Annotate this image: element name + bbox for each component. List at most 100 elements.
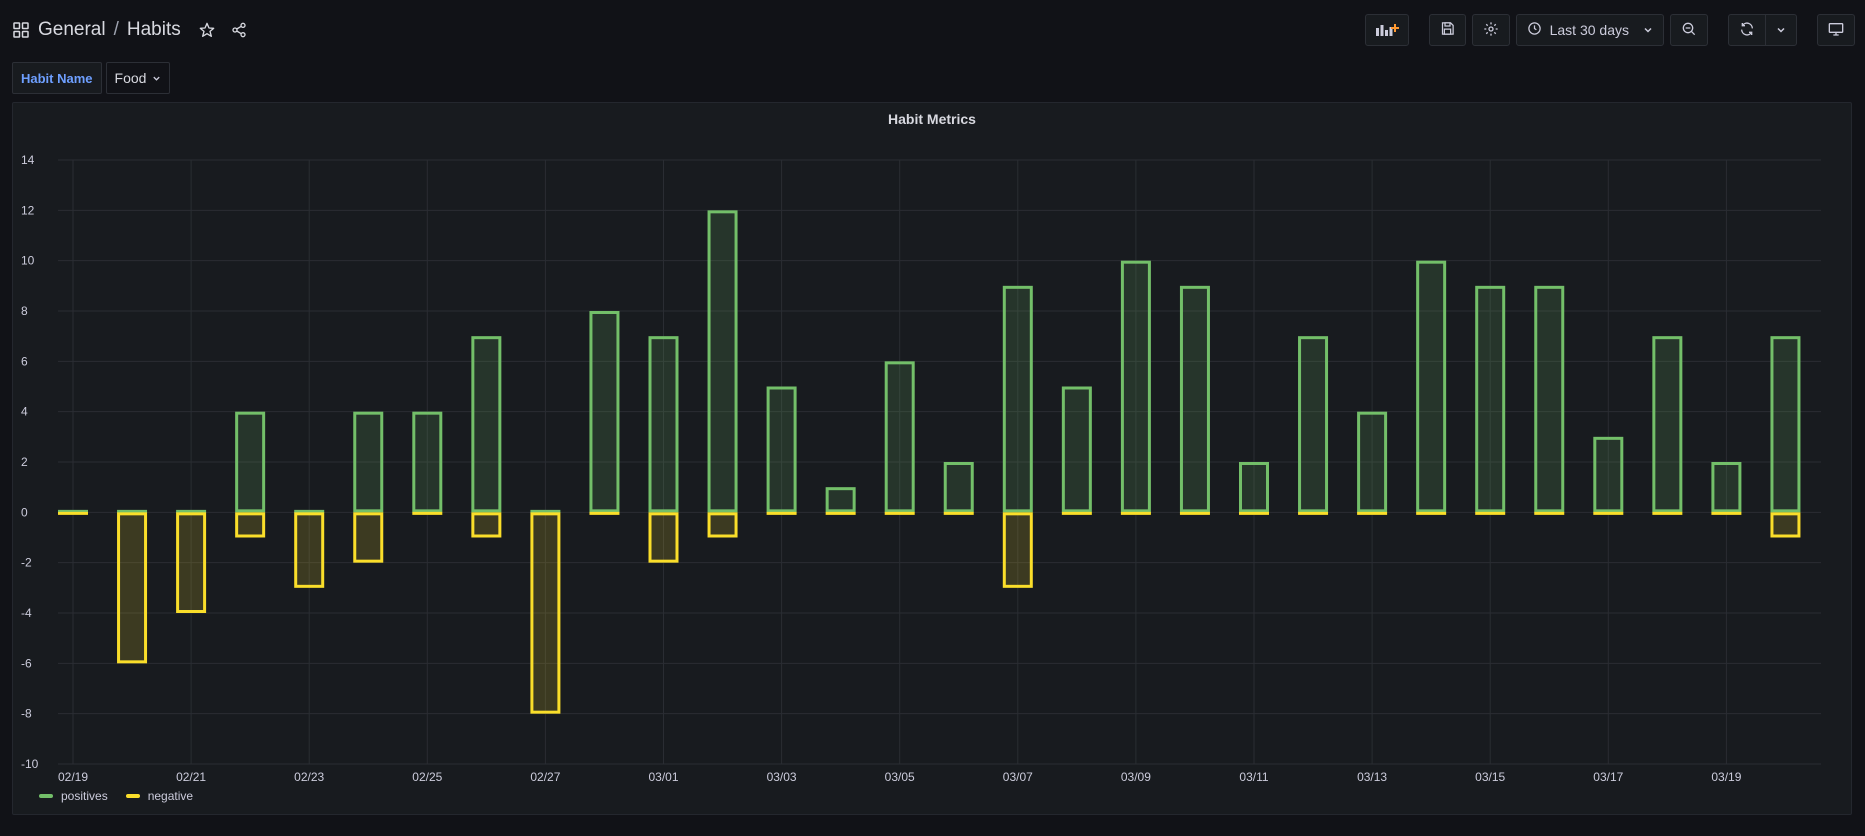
template-variables: Habit Name Food — [12, 62, 171, 94]
y-tick-label: 6 — [21, 354, 28, 368]
bar-positives — [1357, 411, 1388, 513]
x-tick-label: 03/17 — [1593, 770, 1623, 784]
x-tick-label: 02/23 — [294, 770, 324, 784]
x-tick-label: 02/19 — [58, 770, 88, 784]
legend-swatch-positives — [39, 794, 53, 798]
x-tick-label: 03/03 — [767, 770, 797, 784]
y-tick-label: 8 — [21, 304, 28, 318]
gear-icon — [1483, 21, 1499, 40]
breadcrumb-separator: / — [113, 19, 119, 40]
refresh-icon — [1739, 21, 1755, 40]
legend-item-positives[interactable]: positives — [39, 789, 108, 803]
apps-grid-icon[interactable] — [12, 21, 30, 39]
zoom-out-button[interactable] — [1670, 14, 1708, 46]
time-range-picker[interactable]: Last 30 days — [1515, 14, 1664, 46]
add-panel-button[interactable] — [1364, 14, 1409, 46]
x-tick-label: 02/25 — [412, 770, 442, 784]
add-panel-icon — [1375, 21, 1399, 40]
bar-negative — [1002, 512, 1033, 588]
bar-positives — [1534, 285, 1565, 513]
y-tick-label: -8 — [21, 707, 32, 721]
save-dashboard-button[interactable] — [1428, 14, 1466, 46]
tv-mode-icon — [1828, 21, 1844, 40]
bar-positives — [1239, 462, 1269, 513]
x-tick-label: 03/09 — [1121, 770, 1151, 784]
y-tick-label: -10 — [21, 757, 39, 771]
bar-positives — [353, 411, 384, 513]
bar-positives — [648, 336, 679, 513]
bar-positives — [1298, 336, 1329, 513]
bar-negative — [117, 512, 148, 664]
bar-negative — [707, 512, 738, 538]
y-tick-label: 4 — [21, 405, 28, 419]
bar-positives — [1416, 260, 1447, 513]
chart-legend: positives negative — [39, 789, 193, 803]
bar-negative — [176, 512, 207, 614]
bar-positives — [943, 462, 974, 513]
x-tick-label: 03/15 — [1475, 770, 1505, 784]
x-tick-label: 03/13 — [1357, 770, 1387, 784]
y-tick-label: 0 — [21, 505, 28, 519]
zoom-out-icon — [1681, 21, 1697, 40]
bar-positives — [766, 386, 797, 513]
refresh-button[interactable] — [1728, 14, 1766, 46]
variable-value: Food — [114, 70, 147, 86]
bar-positives — [589, 311, 620, 513]
chevron-down-icon — [1776, 22, 1786, 38]
bar-positives — [1770, 336, 1801, 513]
breadcrumb: General / Habits — [12, 14, 251, 46]
legend-item-negative[interactable]: negative — [125, 789, 194, 803]
bar-positives — [1061, 386, 1092, 513]
bar-negative — [648, 512, 679, 563]
y-tick-label: 12 — [21, 203, 35, 217]
x-tick-label: 03/07 — [1003, 770, 1033, 784]
legend-label: positives — [61, 789, 108, 803]
habit-name-select[interactable]: Food — [105, 62, 171, 94]
refresh-interval-dropdown[interactable] — [1765, 14, 1797, 46]
bar-positives — [412, 411, 443, 513]
bar-positives — [825, 487, 856, 513]
star-icon[interactable] — [195, 18, 219, 42]
bar-negative — [1770, 512, 1801, 538]
y-tick-label: 2 — [21, 455, 28, 469]
clock-icon — [1527, 21, 1542, 39]
legend-swatch-negative — [125, 794, 140, 798]
bar-positives — [1179, 285, 1210, 513]
x-tick-label: 02/21 — [176, 770, 206, 784]
x-tick-label: 03/11 — [1239, 770, 1268, 784]
x-tick-label: 02/27 — [530, 770, 560, 784]
breadcrumb-folder[interactable]: General — [38, 19, 106, 41]
x-tick-label: 03/19 — [1711, 770, 1741, 784]
bar-negative — [294, 512, 325, 588]
x-tick-label: 03/01 — [648, 770, 678, 784]
y-tick-label: -4 — [21, 606, 32, 620]
tv-mode-button[interactable] — [1817, 14, 1855, 46]
save-icon — [1440, 21, 1455, 39]
bar-positives — [1652, 336, 1683, 513]
legend-label: negative — [147, 789, 194, 803]
variable-label: Habit Name — [12, 62, 102, 94]
chevron-down-icon — [152, 70, 161, 86]
bar-positives — [1002, 285, 1033, 513]
bar-positives — [235, 411, 266, 513]
bar-positives — [1593, 436, 1624, 513]
dashboard-toolbar: Last 30 days — [1364, 13, 1855, 47]
habit-metrics-panel[interactable]: Habit Metrics 14 12 10 8 6 4 2 0 -2 -4 -6 -8 -10 02/1… — [12, 102, 1852, 815]
dashboard-settings-button[interactable] — [1471, 14, 1510, 46]
bar-negative — [471, 512, 502, 538]
bar-positives — [1120, 260, 1151, 513]
top-navbar: General / Habits Last 30 days — [0, 0, 1865, 60]
bar-positives — [1711, 462, 1742, 513]
share-icon[interactable] — [227, 18, 251, 42]
bar-chart: 14 12 10 8 6 4 2 0 -2 -4 -6 -8 -10 02/19 02/21 02/23 02/… — [21, 153, 1821, 784]
y-tick-label: 14 — [21, 153, 35, 167]
y-tick-label: 10 — [21, 254, 35, 268]
x-tick-label: 03/05 — [885, 770, 915, 784]
dashboard-title[interactable]: Habits — [127, 19, 181, 41]
bar-positives — [884, 361, 915, 513]
chevron-down-icon — [1643, 22, 1653, 38]
bar-negative — [353, 512, 384, 563]
time-range-label: Last 30 days — [1549, 22, 1629, 38]
bar-positives — [471, 336, 502, 513]
bar-negative — [235, 512, 266, 538]
